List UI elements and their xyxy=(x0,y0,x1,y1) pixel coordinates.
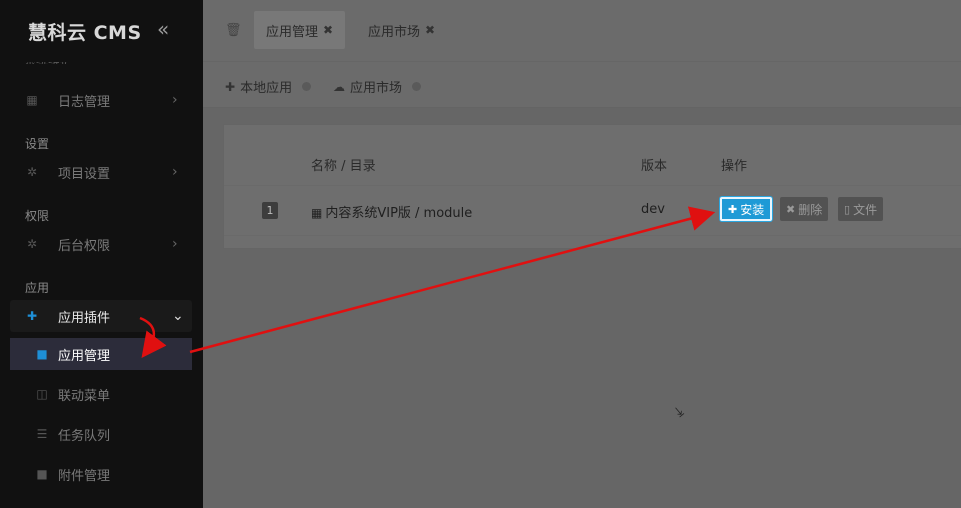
crumb-local-apps[interactable]: ✚ 本地应用 xyxy=(225,77,312,96)
table-cell-version: dev xyxy=(641,202,665,217)
install-button[interactable]: ✚ 安装 xyxy=(720,197,773,221)
table-cell-name: ▦ 内容系统VIP版 / module xyxy=(311,202,472,221)
chevron-right-icon: › xyxy=(172,236,178,252)
app-title: 慧科云 CMS xyxy=(28,22,142,44)
file-label: 文件 xyxy=(853,202,878,217)
sidebar-item-admin-permissions[interactable]: ✲ 后台权限 › xyxy=(10,228,192,260)
section-label-permissions: 权限 xyxy=(25,209,50,223)
column-header-name: 名称 / 目录 xyxy=(311,159,376,174)
grid-icon: ▦ xyxy=(311,206,323,220)
status-dot xyxy=(302,82,312,91)
row-index-badge: 1 xyxy=(262,202,278,219)
section-label-apps: 应用 xyxy=(25,281,50,295)
app-table: 名称 / 目录 版本 操作 1 ▦ 内容系统VIP版 / module dev ✚… xyxy=(223,124,961,249)
divider xyxy=(224,185,961,186)
brand-header: 慧科云 CMS « xyxy=(0,0,203,62)
breadcrumb: ✚ 本地应用 ☁ 应用市场 xyxy=(203,62,961,108)
tab-label: 应用市场 xyxy=(368,24,421,40)
plus-icon: ✚ xyxy=(728,202,738,216)
sidebar-item-app-management[interactable]: ■ 应用管理 xyxy=(10,338,192,370)
close-icon: ✖ xyxy=(786,202,796,216)
sidebar-item-label: 附件管理 xyxy=(58,468,111,484)
sidebar-item-task-queue[interactable]: ☰ 任务队列 xyxy=(10,418,192,450)
crumb-label: 应用市场 xyxy=(350,81,403,96)
status-dot xyxy=(412,82,422,91)
chevron-down-icon: ⌄ xyxy=(172,308,184,324)
sidebar-item-label: 应用管理 xyxy=(58,348,111,364)
file-button[interactable]: ▯ 文件 xyxy=(838,197,884,221)
delete-button[interactable]: ✖ 删除 xyxy=(780,197,829,221)
collapse-sidebar-icon[interactable]: « xyxy=(157,19,169,39)
crumb-app-market[interactable]: ☁ 应用市场 xyxy=(333,77,422,96)
puzzle-icon: ✚ xyxy=(26,309,38,323)
gear-icon: ✲ xyxy=(26,237,38,251)
close-icon[interactable]: ✖ xyxy=(425,23,435,37)
divider xyxy=(224,235,961,236)
sidebar-item-label: 联动菜单 xyxy=(58,388,111,404)
install-label: 安装 xyxy=(740,202,765,217)
puzzle-icon: ✚ xyxy=(225,79,236,94)
sidebar-item-label: 任务队列 xyxy=(58,428,111,444)
sidebar-item-logs[interactable]: ▦ 日志管理 › xyxy=(10,84,192,116)
columns-icon: ◫ xyxy=(36,387,48,401)
file-icon: ▯ xyxy=(844,202,851,216)
sidebar-item-label: 日志管理 xyxy=(58,94,111,110)
folder-icon: ■ xyxy=(36,347,48,361)
column-header-version: 版本 xyxy=(641,159,668,174)
sidebar-item-attachments[interactable]: ■ 附件管理 xyxy=(10,458,192,490)
sidebar-item-project-settings[interactable]: ✲ 项目设置 › xyxy=(10,156,192,188)
close-icon[interactable]: ✖ xyxy=(323,23,333,37)
tab-app-management[interactable]: 应用管理 ✖ xyxy=(254,11,346,49)
calendar-icon: ▦ xyxy=(26,93,38,107)
sidebar-item-linked-menu[interactable]: ◫ 联动菜单 xyxy=(10,378,192,410)
sidebar-item-label: 后台权限 xyxy=(58,238,111,254)
trash-icon[interactable]: 🗑 xyxy=(225,23,242,38)
main-content: 名称 / 目录 版本 操作 1 ▦ 内容系统VIP版 / module dev ✚… xyxy=(203,108,961,508)
sidebar-item-label: 项目设置 xyxy=(58,166,111,182)
list-indent-icon: ☰ xyxy=(36,427,48,441)
folder-icon: ■ xyxy=(36,467,48,481)
tab-bar: 🗑 应用管理 ✖ 应用市场 ✖ xyxy=(203,0,961,62)
crumb-label: 本地应用 xyxy=(240,81,293,96)
chevron-right-icon: › xyxy=(172,164,178,180)
tab-label: 应用管理 xyxy=(266,24,319,40)
app-name: 内容系统VIP版 / module xyxy=(325,206,473,221)
delete-label: 删除 xyxy=(798,202,823,217)
sidebar: 系统维护 慧科云 CMS « ▦ 日志管理 › 设置 ✲ 项目设置 › 权限 ✲… xyxy=(0,0,203,508)
tab-app-market[interactable]: 应用市场 ✖ xyxy=(356,11,447,49)
section-label-settings: 设置 xyxy=(25,137,50,151)
column-header-actions: 操作 xyxy=(721,159,748,174)
sidebar-item-app-plugins[interactable]: ✚ 应用插件 ⌄ xyxy=(10,300,192,332)
sidebar-item-label: 应用插件 xyxy=(58,310,111,326)
cloud-icon: ☁ xyxy=(333,79,345,94)
gear-icon: ✲ xyxy=(26,165,38,179)
chevron-right-icon: › xyxy=(172,92,178,108)
